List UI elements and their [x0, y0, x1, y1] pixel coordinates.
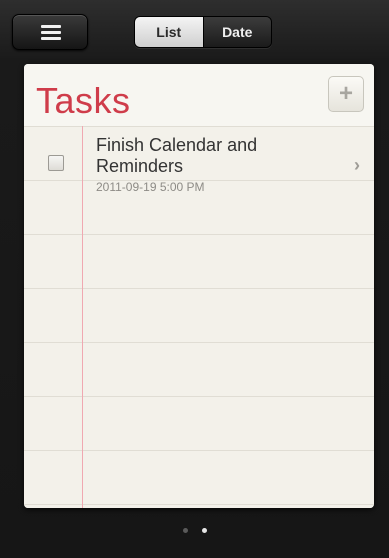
- menu-button[interactable]: [12, 14, 88, 50]
- segment-date[interactable]: Date: [202, 17, 271, 47]
- page-dot-2: [201, 528, 207, 533]
- page-title: Tasks: [36, 80, 131, 121]
- page-dot-1: [182, 528, 188, 533]
- add-task-button[interactable]: +: [328, 76, 364, 112]
- segment-list[interactable]: List: [135, 17, 203, 47]
- tasks-app: List Date Tasks + Finish Calendar and Re…: [0, 0, 389, 558]
- tasks-paper: Tasks + Finish Calendar and Reminders 20…: [24, 64, 374, 508]
- task-date: 2011-09-19 5:00 PM: [96, 180, 205, 194]
- task-title: Finish Calendar and Reminders: [96, 135, 258, 176]
- task-row[interactable]: Finish Calendar and Reminders 2011-09-19…: [24, 127, 374, 207]
- checkbox-icon[interactable]: [48, 155, 64, 171]
- paper-header: Tasks +: [24, 64, 374, 126]
- page-indicator[interactable]: [0, 528, 389, 533]
- menu-icon: [41, 25, 61, 40]
- chevron-right-icon[interactable]: ›: [354, 155, 360, 176]
- view-segmented-control: List Date: [134, 16, 272, 48]
- plus-icon: +: [338, 80, 353, 107]
